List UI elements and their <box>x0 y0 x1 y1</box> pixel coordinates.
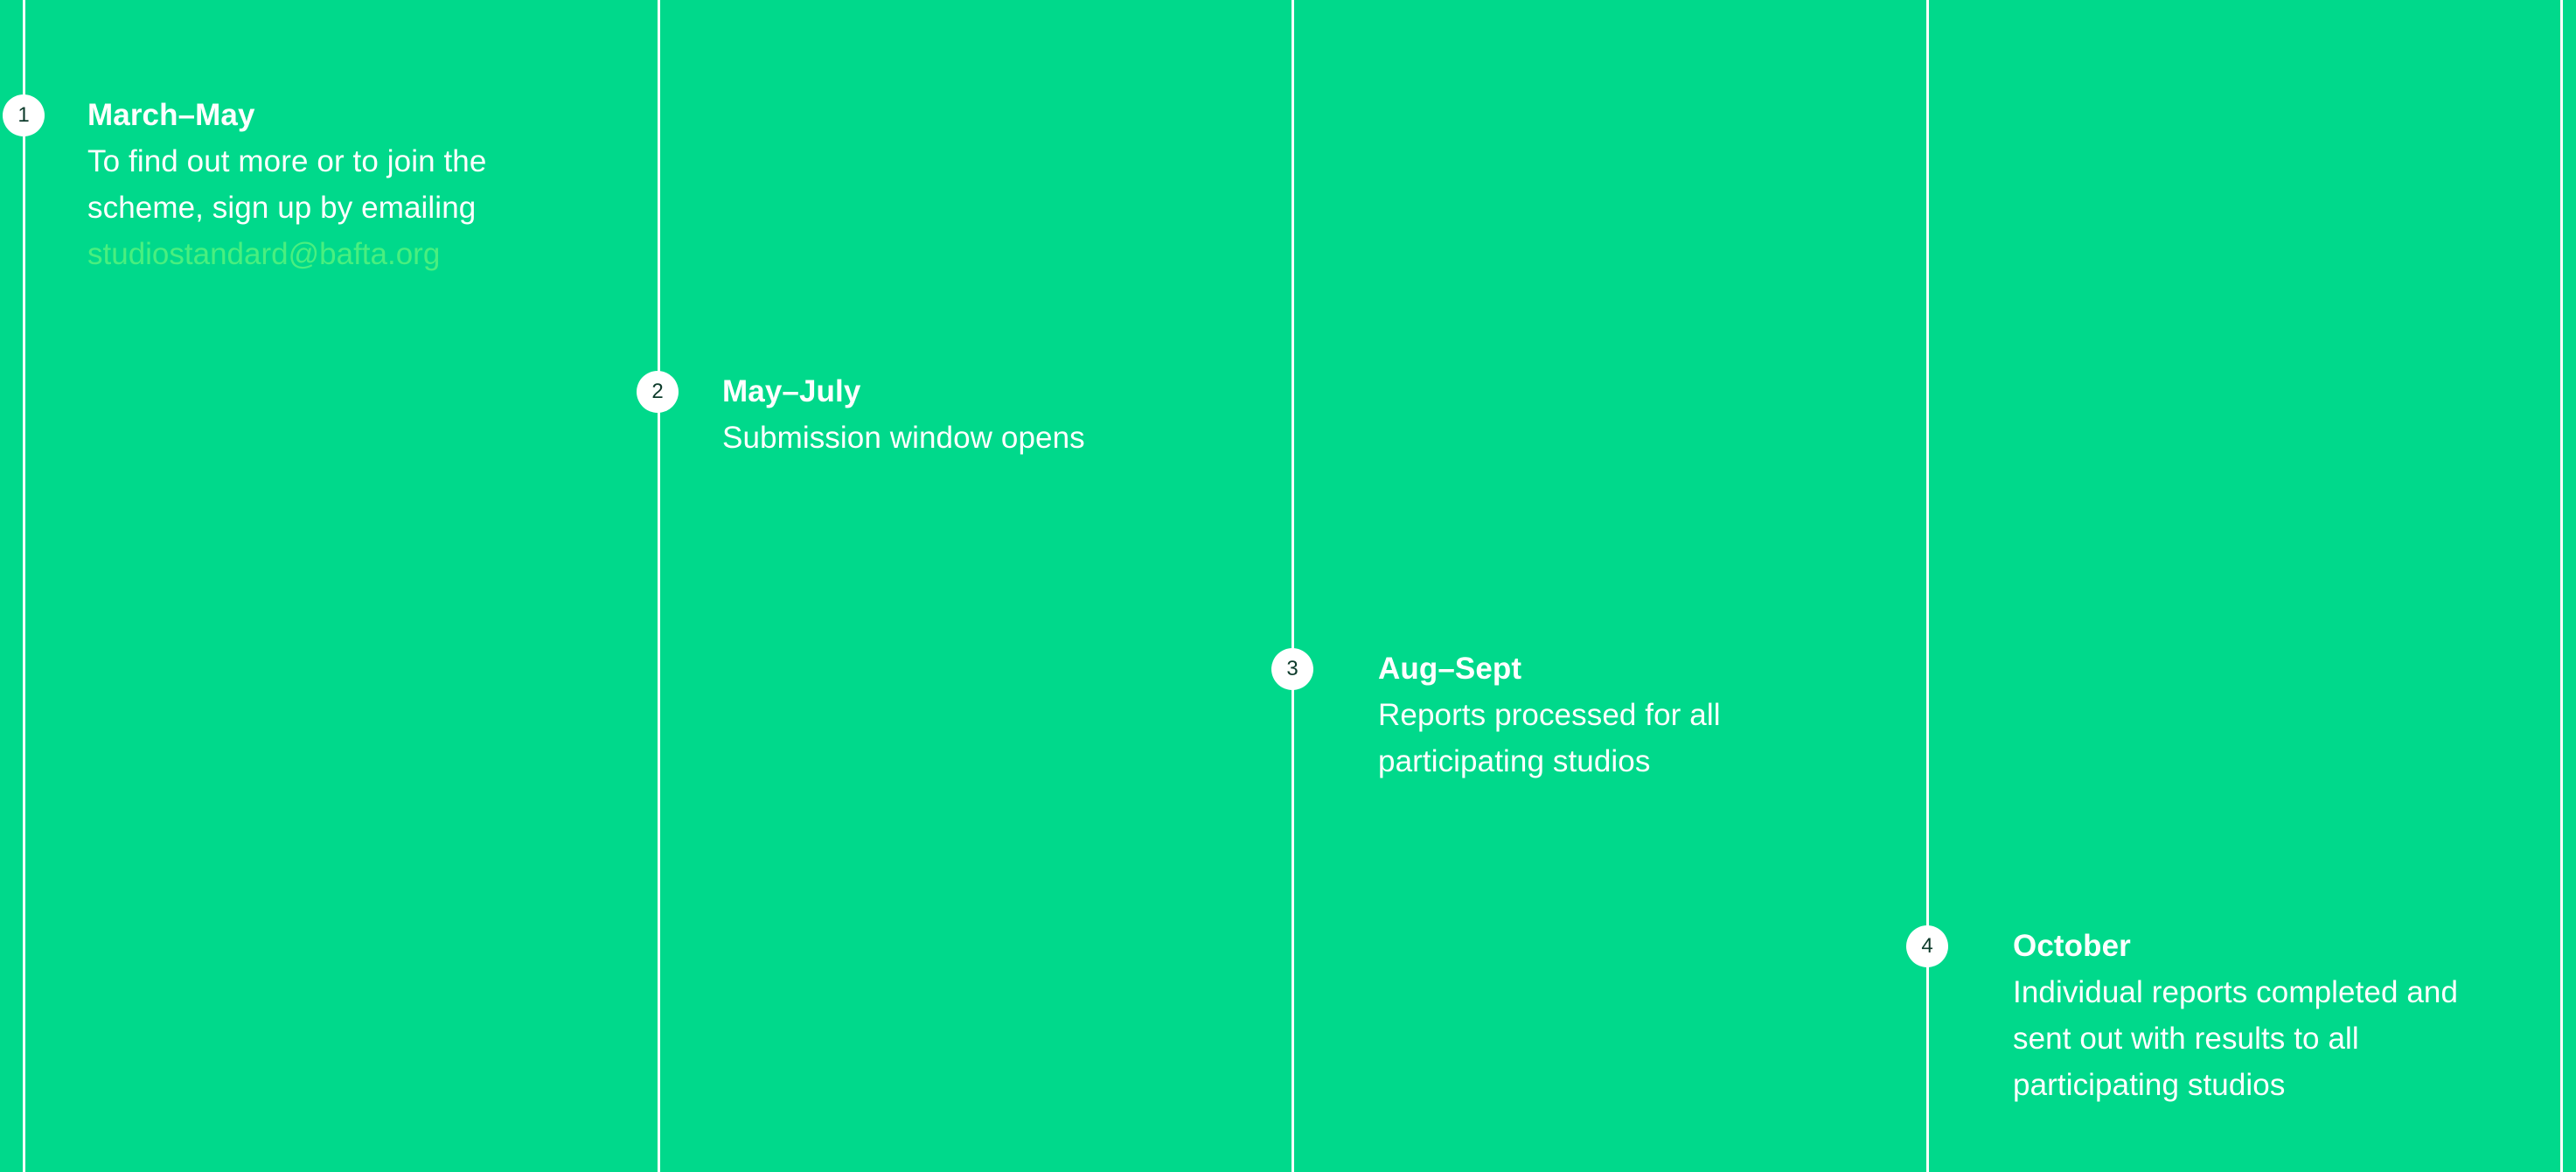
step-period: October <box>2013 929 2131 963</box>
step-number-badge: 1 <box>3 94 45 136</box>
step-content: March–May To find out more or to join th… <box>87 92 577 277</box>
step-period: May–July <box>722 374 861 408</box>
timeline-divider <box>658 0 660 1172</box>
timeline-divider <box>1926 0 1929 1172</box>
step-period: Aug–Sept <box>1378 652 1522 686</box>
step-number-badge: 2 <box>637 371 679 413</box>
step-content: October Individual reports completed and… <box>2013 923 2520 1108</box>
step-description: Reports processed for all participating … <box>1378 698 1721 778</box>
step-description: Individual reports completed and sent ou… <box>2013 975 2459 1102</box>
step-description: Submission window opens <box>722 421 1085 455</box>
step-number-badge: 3 <box>1271 648 1313 690</box>
step-content: May–July Submission window opens <box>722 368 1247 461</box>
timeline-divider <box>2560 0 2563 1172</box>
timeline-divider <box>23 0 25 1172</box>
timeline: 1 March–May To find out more or to join … <box>0 0 2576 1172</box>
step-number-badge: 4 <box>1906 925 1948 967</box>
step-content: Aug–Sept Reports processed for all parti… <box>1378 645 1833 785</box>
step-description: To find out more or to join the scheme, … <box>87 144 487 225</box>
step-period: March–May <box>87 98 255 132</box>
email-link[interactable]: studiostandard@bafta.org <box>87 231 440 277</box>
timeline-divider <box>1291 0 1294 1172</box>
